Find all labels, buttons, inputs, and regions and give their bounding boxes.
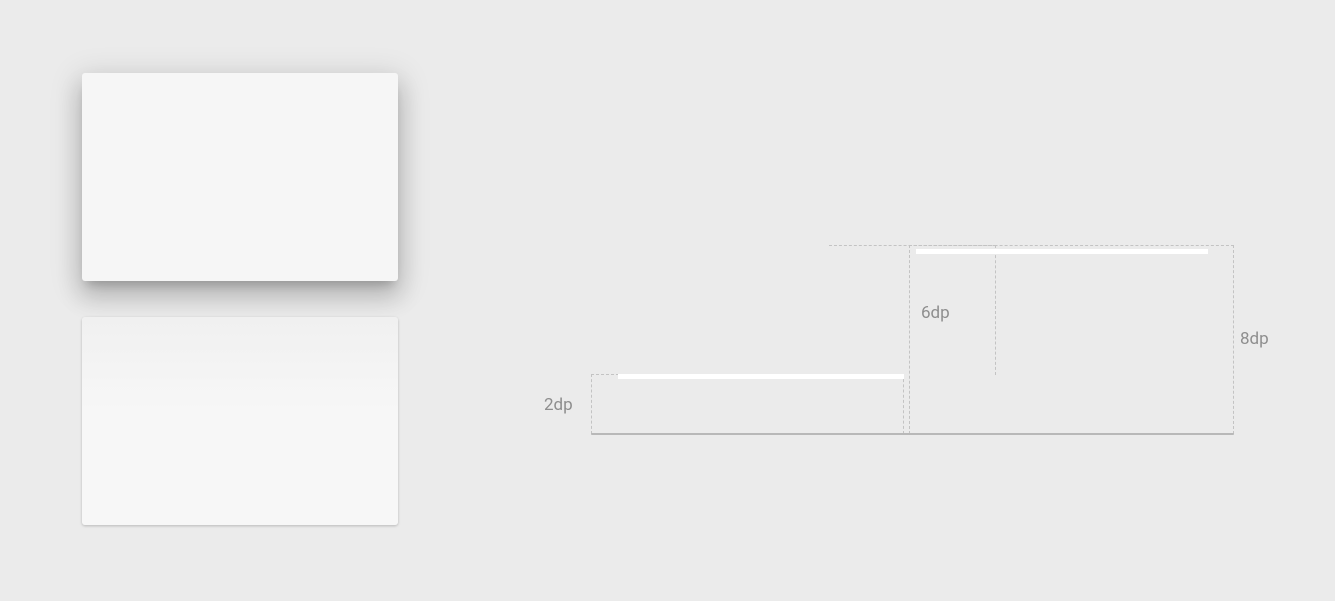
elevation-cross-section-diagram: 2dp 6dp 8dp [535, 245, 1295, 465]
elevation-outline-2dp [591, 374, 904, 434]
baseline [591, 433, 1234, 435]
elevation-label-6dp: 6dp [921, 305, 950, 322]
elevation-outline-8dp [909, 245, 1234, 434]
elevation-label-2dp: 2dp [544, 397, 573, 414]
elevated-surface-8dp [82, 73, 398, 281]
surface-top-8dp [916, 249, 1208, 254]
elevation-label-8dp: 8dp [1240, 331, 1269, 348]
elevated-surface-2dp [82, 317, 398, 525]
surface-top-2dp [618, 374, 904, 379]
